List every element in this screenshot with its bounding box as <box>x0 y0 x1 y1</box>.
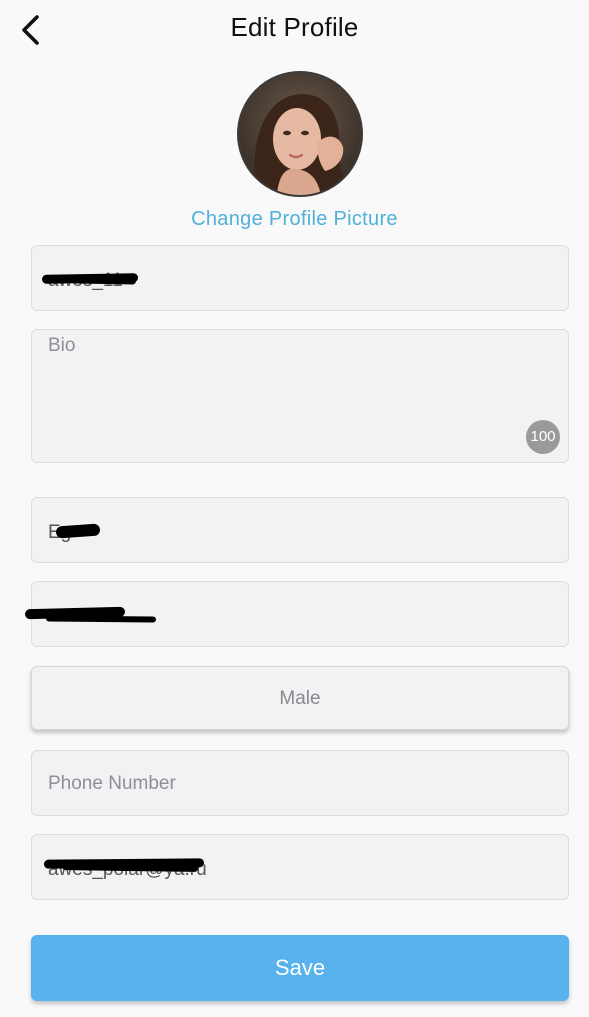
change-profile-picture-link[interactable]: Change Profile Picture <box>0 208 589 231</box>
phone-number-placeholder: Phone Number <box>48 773 176 794</box>
email-field[interactable]: awes_polar@ya.ru <box>31 834 569 900</box>
last-name-field[interactable] <box>24 581 569 647</box>
edit-profile-screen: Edit Profile Change Profile Picture Bio … <box>0 0 589 1017</box>
redaction-mark <box>55 523 101 539</box>
character-counter-badge: 100 <box>526 420 560 454</box>
phone-number-field[interactable]: Phone Number <box>31 750 569 816</box>
username-field[interactable]: awes_11 <box>31 245 569 311</box>
redaction-mark <box>71 276 137 285</box>
bio-field[interactable]: Bio 100 <box>31 329 569 463</box>
redaction-mark <box>45 615 157 623</box>
header-bar: Edit Profile <box>0 0 589 58</box>
save-button[interactable]: Save <box>31 935 569 1001</box>
avatar[interactable] <box>237 71 363 197</box>
profile-photo <box>239 73 361 195</box>
bio-placeholder: Bio <box>48 335 76 356</box>
page-title: Edit Profile <box>230 12 359 42</box>
first-name-field[interactable]: Eg <box>31 497 569 563</box>
gender-selector[interactable]: Male <box>31 666 569 730</box>
